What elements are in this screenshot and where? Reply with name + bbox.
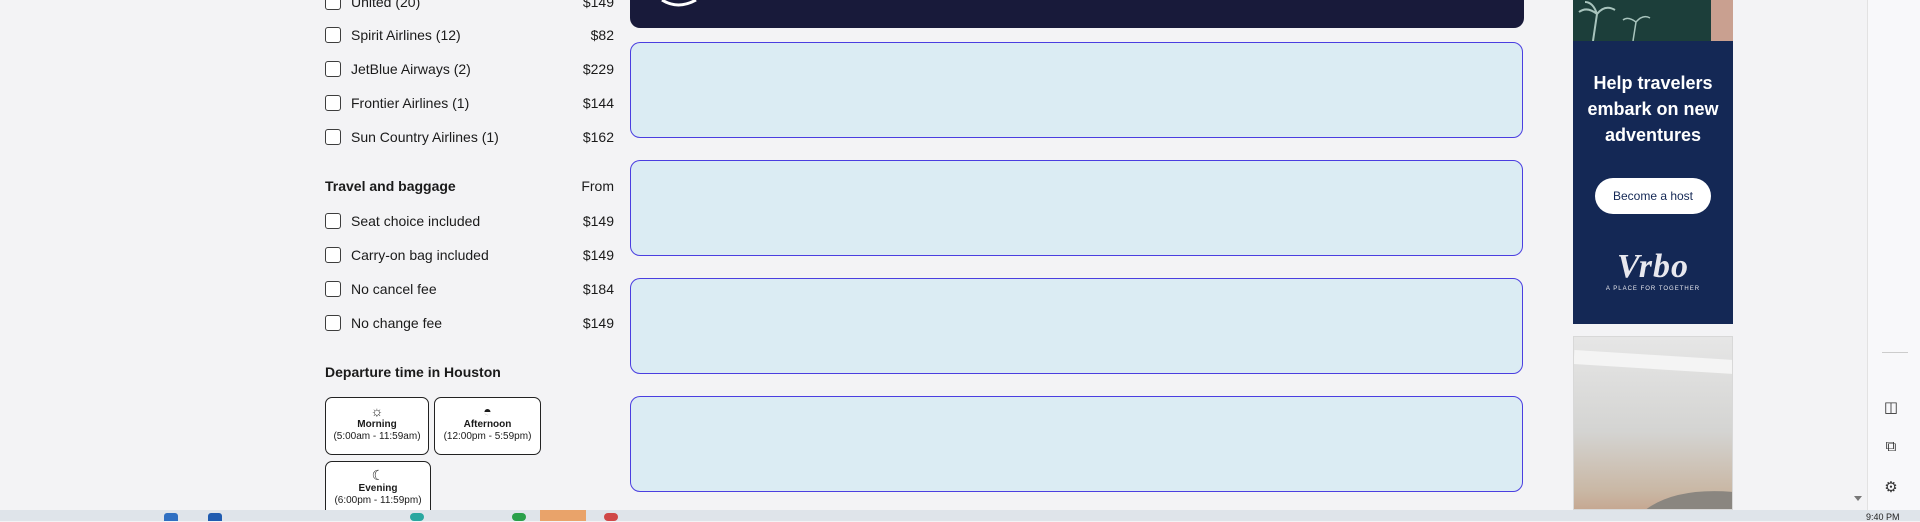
- coast-image: [1574, 350, 1732, 509]
- filter-carry-on[interactable]: Carry-on bag included $149: [325, 243, 614, 267]
- photo-ad[interactable]: [1573, 336, 1733, 510]
- filter-sun-country[interactable]: Sun Country Airlines (1) $162: [325, 125, 614, 149]
- filter-label: No change fee: [351, 315, 443, 331]
- filter-price: $82: [590, 27, 614, 43]
- checkbox[interactable]: [325, 281, 341, 297]
- palm-icon: [1578, 0, 1733, 42]
- time-range: (12:00pm - 5:59pm): [443, 431, 532, 442]
- filter-price: $149: [582, 213, 614, 229]
- ad-headline: Help travelers embark on new adventures: [1587, 73, 1719, 145]
- filter-seat-choice[interactable]: Seat choice included $149: [325, 209, 614, 233]
- section-title: Travel and baggage: [325, 178, 456, 194]
- filter-label: Carry-on bag included: [351, 247, 489, 263]
- page-scrollbar[interactable]: [1849, 0, 1866, 510]
- checkbox[interactable]: [325, 213, 341, 229]
- time-label: Morning: [357, 419, 397, 430]
- filter-price: $149: [582, 0, 614, 10]
- result-card-loading[interactable]: [630, 278, 1523, 374]
- sidebar-toggle-icon[interactable]: ◫: [1881, 398, 1901, 416]
- departure-morning-button[interactable]: ☼ Morning (5:00am - 11:59am): [325, 397, 429, 455]
- filter-label: Seat choice included: [351, 213, 481, 229]
- filter-label: JetBlue Airways (2): [351, 61, 471, 77]
- taskbar-active-app[interactable]: [540, 510, 586, 521]
- section-title: Departure time in Houston: [325, 364, 501, 380]
- departure-section-header: Departure time in Houston: [325, 364, 614, 380]
- checkbox[interactable]: [325, 27, 341, 43]
- filter-price: $149: [582, 315, 614, 331]
- filter-label: Spirit Airlines (12): [351, 27, 461, 43]
- ad-tagline: A PLACE FOR TOGETHER: [1605, 286, 1701, 292]
- filter-price: $229: [582, 61, 614, 77]
- result-card-loading[interactable]: [630, 396, 1523, 492]
- scroll-down-arrow-icon[interactable]: [1854, 496, 1862, 501]
- os-taskbar: [0, 510, 1920, 521]
- taskbar-app-icon[interactable]: [410, 513, 424, 521]
- filter-price: $144: [582, 95, 614, 111]
- taskbar-app-icon[interactable]: [512, 513, 526, 521]
- filter-label: Sun Country Airlines (1): [351, 129, 499, 145]
- taskbar-app-icon[interactable]: [604, 513, 618, 521]
- filter-jetblue[interactable]: JetBlue Airways (2) $229: [325, 57, 614, 81]
- filter-price: $162: [582, 129, 614, 145]
- time-range: (6:00pm - 11:59pm): [334, 495, 422, 506]
- time-range: (5:00am - 11:59am): [333, 431, 421, 442]
- checkbox[interactable]: [325, 315, 341, 331]
- taskbar-app-icon[interactable]: [164, 513, 178, 521]
- checkbox[interactable]: [325, 95, 341, 111]
- filter-united[interactable]: United (20) $149: [325, 0, 614, 14]
- filter-no-cancel-fee[interactable]: No cancel fee $184: [325, 277, 614, 301]
- sun-icon: ☼: [370, 403, 384, 419]
- settings-gear-icon[interactable]: ⚙: [1881, 478, 1901, 496]
- vrbo-ad[interactable]: Help travelers embark on new adventures …: [1573, 0, 1733, 324]
- browser-side-rail: [1867, 0, 1920, 510]
- checkbox[interactable]: [325, 129, 341, 145]
- result-card-loading[interactable]: [630, 42, 1523, 138]
- airline-logo-icon: [661, 0, 697, 7]
- baggage-section-header: Travel and baggage From: [325, 178, 614, 194]
- moon-icon: ☾: [371, 467, 385, 483]
- ad-palm-image: [1573, 0, 1733, 42]
- result-card-loading[interactable]: [630, 160, 1523, 256]
- departure-afternoon-button[interactable]: ◓ Afternoon (12:00pm - 5:59pm): [434, 397, 541, 455]
- checkbox[interactable]: [325, 0, 341, 10]
- filter-label: No cancel fee: [351, 281, 437, 297]
- filter-frontier[interactable]: Frontier Airlines (1) $144: [325, 91, 614, 115]
- checkbox[interactable]: [325, 247, 341, 263]
- time-label: Afternoon: [463, 419, 512, 430]
- result-card-highlighted[interactable]: [630, 0, 1524, 28]
- sunset-icon: ◓: [483, 403, 492, 419]
- vrbo-logo: Vrbo: [1616, 248, 1690, 285]
- become-host-button[interactable]: Become a host: [1595, 178, 1711, 214]
- checkbox[interactable]: [325, 61, 341, 77]
- filter-no-change-fee[interactable]: No change fee $149: [325, 311, 614, 335]
- taskbar-app-icon[interactable]: [208, 513, 222, 521]
- rail-divider: [1882, 352, 1908, 353]
- filter-spirit[interactable]: Spirit Airlines (12) $82: [325, 23, 614, 47]
- open-external-icon[interactable]: ⧉: [1881, 438, 1901, 455]
- from-label: From: [581, 178, 614, 194]
- filter-price: $149: [582, 247, 614, 263]
- filter-label: United (20): [351, 0, 421, 10]
- time-label: Evening: [358, 483, 398, 494]
- filter-label: Frontier Airlines (1): [351, 95, 470, 111]
- filter-price: $184: [582, 281, 614, 297]
